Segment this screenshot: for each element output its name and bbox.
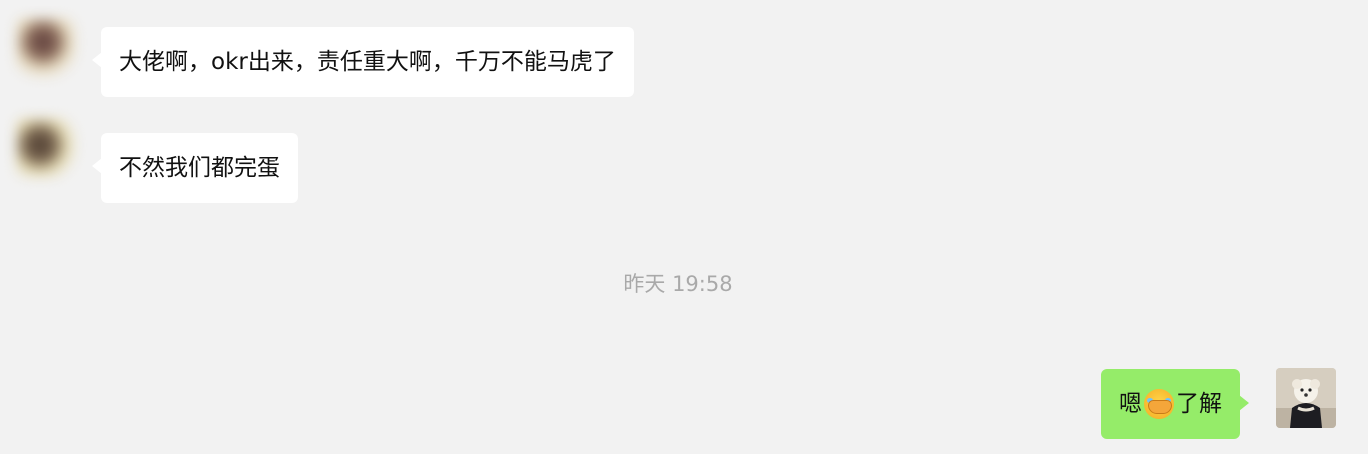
message-text-after: 了解 bbox=[1176, 391, 1222, 417]
message-text: 不然我们都完蛋 bbox=[119, 155, 280, 181]
dog-avatar-icon bbox=[1276, 368, 1336, 428]
my-avatar[interactable] bbox=[1276, 368, 1336, 428]
message-bubble[interactable]: 不然我们都完蛋 bbox=[92, 133, 298, 203]
contact-avatar[interactable] bbox=[16, 118, 76, 178]
message-text-before: 嗯 bbox=[1119, 391, 1142, 417]
timestamp: 昨天 19:58 bbox=[623, 272, 733, 296]
my-message-bubble[interactable]: 嗯 了解 bbox=[1101, 369, 1249, 439]
message-bubble[interactable]: 大佬啊，okr出来，责任重大啊，千万不能马虎了 bbox=[92, 27, 634, 97]
facepalm-emoji-icon bbox=[1144, 389, 1174, 419]
message-text: 大佬啊，okr出来，责任重大啊，千万不能马虎了 bbox=[119, 49, 616, 75]
contact-avatar[interactable] bbox=[16, 18, 76, 78]
